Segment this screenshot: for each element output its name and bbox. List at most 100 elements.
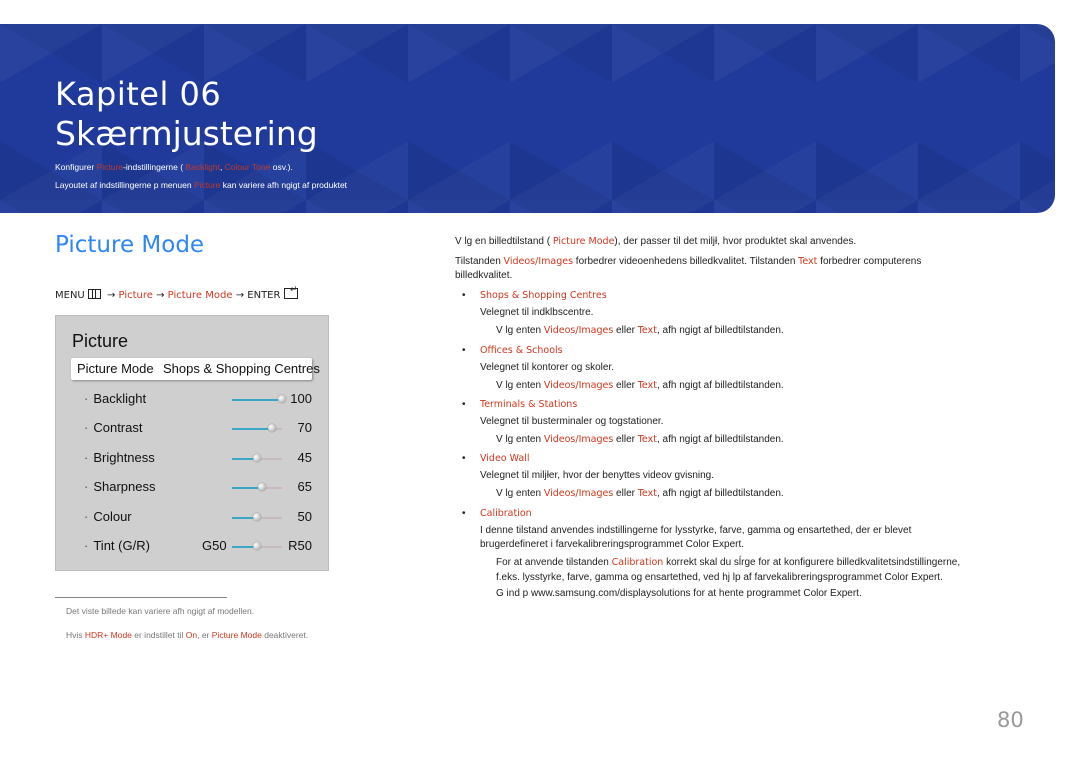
footnote-divider (55, 597, 227, 598)
mode-name: Video Wall (480, 453, 530, 464)
text: osv.). (270, 162, 293, 172)
mode-description-cont: billedkvalitet. (455, 270, 513, 281)
bullet-icon: • (462, 508, 466, 519)
mode-select-note: V lg enten Videos/Images eller Text, afh… (496, 488, 784, 499)
text: , afh ngigt af billedtilstanden. (656, 325, 784, 336)
text: er indstillet til (131, 630, 186, 640)
slider-knob[interactable] (278, 395, 286, 403)
text: Konfigurer (55, 162, 97, 172)
text: V lg enten (496, 434, 544, 445)
calibration-note-1: For at anvende tilstanden Calibration ko… (496, 557, 960, 568)
setting-slider[interactable] (232, 424, 282, 432)
text: -indstillingerne ( (123, 162, 186, 172)
mode-select-note: V lg enten Videos/Images eller Text, afh… (496, 380, 784, 391)
mode-description: Velegnet til kontorer og skoler. (480, 362, 614, 373)
setting-row[interactable]: Colour 50 (84, 509, 314, 529)
picture-mode-item[interactable]: Picture Mode Shops & Shopping Centres (71, 358, 320, 380)
bullet-icon: • (462, 399, 466, 410)
arrow-icon: → (156, 290, 165, 301)
mode-description: Velegnet til busterminaler og togstation… (480, 416, 664, 427)
text: For at anvende tilstanden (496, 557, 612, 568)
highlight-text: Text (637, 488, 657, 499)
osd-title: Picture (72, 331, 129, 351)
footnote-2: Hvis HDR+ Mode er indstillet til On, er … (66, 630, 308, 640)
calibration-note-2: f.eks. lysstyrke, farve, gamma og ensart… (496, 572, 943, 583)
highlight-picture-mode: Picture Mode (211, 630, 262, 640)
mode-name: Offices & Schools (480, 345, 563, 356)
setting-row[interactable]: Contrast 70 (84, 420, 314, 440)
mode-select-note: V lg enten Videos/Images eller Text, afh… (496, 325, 784, 336)
highlight-picture: Picture (96, 162, 124, 172)
setting-row[interactable]: Brightness 45 (84, 450, 314, 470)
slider-knob[interactable] (253, 454, 261, 462)
text: V lg enten (496, 380, 544, 391)
slider-knob[interactable] (268, 424, 276, 432)
mode-description-cont: brugerdefineret i farvekalibreringsprogr… (480, 539, 744, 550)
slider-fill (232, 428, 272, 430)
setting-slider[interactable] (232, 454, 282, 462)
text: brugerdefineret i farvekalibreringsprogr… (480, 539, 686, 550)
setting-left-value: G50 (202, 538, 227, 553)
intro-text: V lg en billedtilstand ( Picture Mode), … (455, 236, 856, 247)
chapter-title: Skærmjustering (55, 114, 318, 153)
text: kan variere afh ngigt af produktet (220, 180, 348, 190)
setting-slider[interactable] (232, 513, 282, 521)
enter-icon (284, 285, 299, 299)
highlight-picture-mode: Picture Mode (552, 236, 615, 247)
text: eller (613, 488, 638, 499)
setting-slider[interactable] (232, 542, 282, 550)
text: Tilstanden (455, 256, 504, 267)
bullet-icon: • (462, 290, 466, 301)
slider-knob[interactable] (253, 542, 261, 550)
highlight-videos-images: Videos/Images (543, 325, 614, 336)
text: forbedrer videoenhedens billedkvalitet. … (573, 256, 799, 267)
setting-slider[interactable] (232, 395, 286, 403)
bullet-icon: • (462, 453, 466, 464)
chapter-number: Kapitel 06 (55, 75, 222, 113)
highlight-calibration: Calibration (611, 557, 664, 568)
menu-path: MENU → Picture → Picture Mode → ENTER (55, 285, 299, 301)
text: eller (613, 380, 638, 391)
setting-value: 50 (297, 509, 312, 524)
arrow-icon: → (235, 290, 245, 301)
mode-description: Tilstanden Videos/Images forbedrer video… (455, 256, 921, 267)
setting-row[interactable]: Sharpness 65 (84, 479, 314, 499)
path-picture-mode: Picture Mode (167, 290, 233, 301)
text: , afh ngigt af billedtilstanden. (656, 434, 784, 445)
picture-mode-label: Picture Mode (77, 361, 154, 376)
banner-description-1: Konfigurer Picture-indstillingerne ( Bac… (55, 162, 293, 172)
text: V lg en billedtilstand ( (455, 236, 553, 247)
enter-label: ENTER (247, 290, 281, 301)
text: ), der passer til det miljł, hvor produk… (614, 236, 857, 247)
slider-knob[interactable] (253, 513, 261, 521)
footnote-1: Det viste billede kan variere afh ngigt … (66, 606, 255, 616)
highlight-videos-images: Videos/Images (543, 434, 614, 445)
setting-row[interactable]: Backlight 100 (84, 391, 314, 411)
setting-slider[interactable] (232, 483, 282, 491)
setting-label: Tint (G/R) (84, 538, 150, 553)
app-name: Color Expert. (685, 539, 745, 550)
text: , afh ngigt af billedtilstanden. (656, 488, 784, 499)
slider-knob[interactable] (258, 483, 266, 491)
path-picture: Picture (118, 290, 153, 301)
highlight-hdr-mode: HDR+ Mode (84, 630, 132, 640)
highlight-videos-images: Videos/Images (503, 256, 574, 267)
mode-description: I denne tilstand anvendes indstillingern… (480, 525, 912, 536)
setting-label: Backlight (84, 391, 146, 406)
chapter-banner: Kapitel 06 Skærmjustering Konfigurer Pic… (0, 24, 1055, 213)
picture-menu-screenshot: Picture Picture Mode Shops & Shopping Ce… (55, 315, 329, 571)
mode-description: Velegnet til indklbscentre. (480, 307, 594, 318)
highlight-videos-images: Videos/Images (543, 380, 614, 391)
text: , afh ngigt af billedtilstanden. (656, 380, 784, 391)
text: V lg enten (496, 325, 544, 336)
highlight-text: Text (637, 434, 657, 445)
setting-value: 70 (297, 420, 312, 435)
setting-row[interactable]: Tint (G/R) G50 R50 (84, 538, 314, 558)
menu-icon (87, 289, 101, 299)
section-title: Picture Mode (55, 232, 205, 258)
setting-label: Sharpness (84, 479, 155, 494)
slider-fill (232, 399, 282, 401)
highlight-backlight: Backlight (185, 162, 220, 172)
highlight-picture: Picture (193, 180, 221, 190)
mode-name: Shops & Shopping Centres (480, 290, 607, 301)
